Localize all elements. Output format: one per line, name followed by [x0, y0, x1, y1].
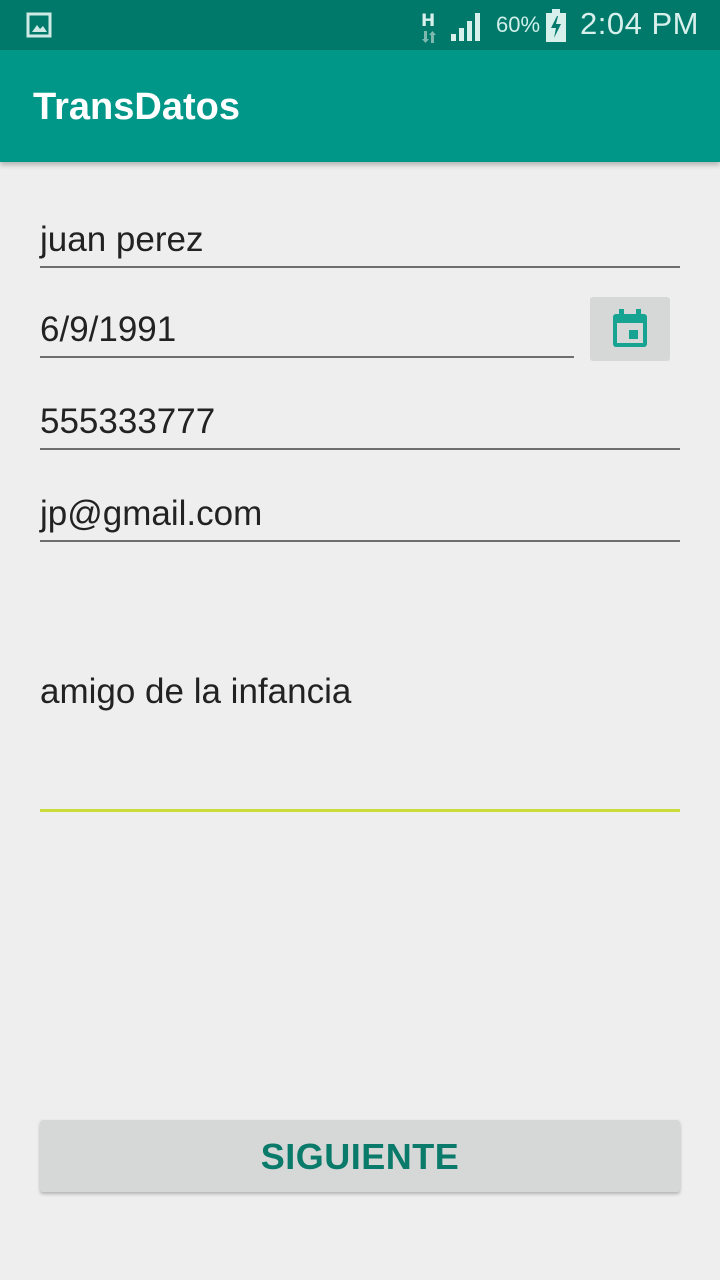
battery-percent: 60%	[496, 12, 541, 37]
phone-field[interactable]: 555333777	[40, 402, 680, 450]
clock: 2:04 PM	[580, 6, 699, 41]
description-field[interactable]: amigo de la infancia	[40, 672, 680, 812]
app-title: TransDatos	[33, 86, 240, 128]
signal-icon	[451, 13, 480, 41]
name-field[interactable]: juan perez	[40, 220, 680, 268]
next-button[interactable]: SIGUIENTE	[40, 1120, 680, 1192]
date-picker-button[interactable]	[590, 297, 670, 361]
email-field[interactable]: jp@gmail.com	[40, 494, 680, 542]
status-bar: H 60% 2:04 PM	[0, 0, 720, 50]
image-notification-icon	[26, 12, 52, 38]
app-bar: TransDatos	[0, 50, 720, 162]
battery-charging-icon	[546, 9, 566, 42]
svg-text:H: H	[421, 11, 435, 31]
birth-date-field[interactable]: 6/9/1991	[40, 310, 574, 358]
screen: H 60% 2:04 PM TransDatos juan perez 6/9/…	[0, 0, 720, 1280]
h-data-icon: H	[421, 11, 436, 43]
calendar-icon	[613, 309, 647, 347]
